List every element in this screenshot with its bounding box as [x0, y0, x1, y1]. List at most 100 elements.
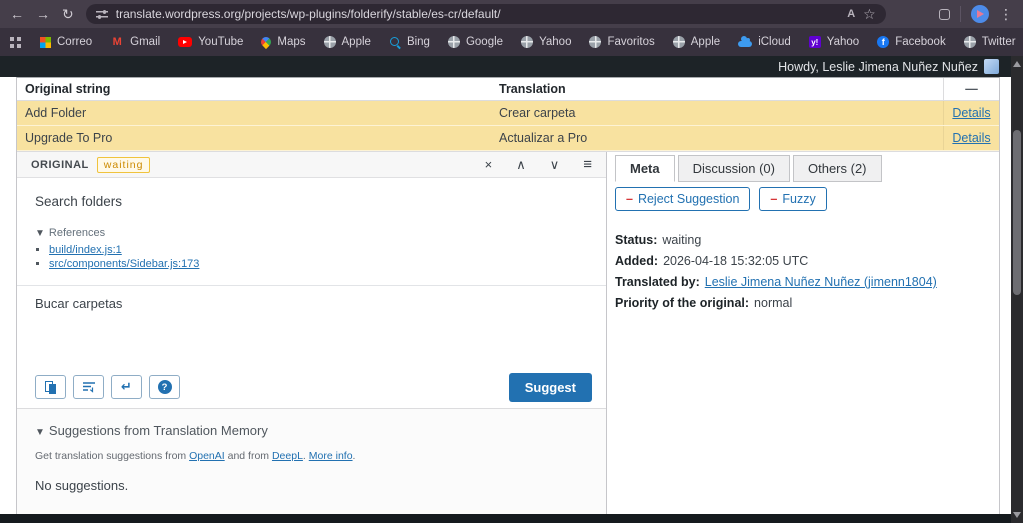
table-rows: Add Folder Crear carpeta Details Upgrade…: [17, 101, 999, 151]
column-header-translation: Translation: [491, 82, 943, 96]
meta-field-value: Leslie Jimena Nuñez Nuñez (jimenn1804): [705, 275, 937, 289]
bookmarks-bar: Correo Gmail YouTube Maps Apple: [0, 28, 1023, 56]
deepl-link[interactable]: DeepL: [272, 450, 303, 462]
browser-menu-icon[interactable]: ⋮: [999, 7, 1013, 21]
translate-icon[interactable]: A: [847, 8, 855, 20]
extensions-icon[interactable]: [939, 9, 950, 20]
details-link[interactable]: Details: [952, 131, 990, 145]
back-icon[interactable]: ←: [10, 7, 24, 21]
column-header-original: Original string: [17, 82, 491, 96]
help-icon: ?: [158, 380, 172, 394]
help-button[interactable]: ?: [149, 375, 180, 399]
meta-tab[interactable]: Others (2): [793, 155, 882, 182]
column-header-actions: —: [943, 78, 999, 100]
insert-newline-button[interactable]: ↵: [111, 375, 142, 399]
bookmark-label: Twitter: [982, 36, 1016, 48]
table-row[interactable]: Upgrade To Pro Actualizar a Pro Details: [17, 126, 999, 151]
original-label: ORIGINAL: [31, 159, 89, 171]
suggest-button[interactable]: Suggest: [509, 373, 592, 402]
bookmark-item[interactable]: Yahoo: [512, 31, 580, 53]
suggestions-toggle[interactable]: ▼Suggestions from Translation Memory: [35, 423, 588, 438]
youtube-icon: [178, 37, 192, 47]
bookmark-item[interactable]: Correo: [31, 31, 101, 53]
translation-cell[interactable]: Actualizar a Pro: [491, 131, 943, 145]
scrollbar-thumb[interactable]: [1013, 130, 1021, 295]
bookmark-item[interactable]: Bing: [380, 31, 439, 53]
original-string: Search folders: [35, 194, 588, 209]
meta-field: Priority of the original:normal: [615, 296, 991, 310]
chevron-down-icon[interactable]: ∨: [550, 158, 560, 171]
meta-field-value: 2026-04-18 15:32:05 UTC: [663, 254, 808, 268]
maps-icon: [259, 35, 273, 49]
meta-field: Status:waiting: [615, 233, 991, 247]
original-cell[interactable]: Upgrade To Pro: [17, 131, 491, 145]
page-scrollbar[interactable]: [1011, 56, 1023, 523]
meta-field: Translated by:Leslie Jimena Nuñez Nuñez …: [615, 275, 991, 289]
insert-tab-button[interactable]: [73, 375, 104, 399]
reference-link[interactable]: src/components/Sidebar.js:173: [49, 258, 199, 270]
caret-down-icon: ▼: [35, 228, 45, 239]
bookmark-label: Bing: [407, 36, 430, 48]
more-info-link[interactable]: More info: [309, 450, 353, 462]
scroll-up-icon[interactable]: [1013, 61, 1021, 67]
scroll-down-icon[interactable]: [1013, 512, 1021, 518]
minus-icon: –: [770, 192, 777, 206]
reference-link[interactable]: build/index.js:1: [49, 244, 122, 256]
meta-tab[interactable]: Discussion (0): [678, 155, 790, 182]
bookmark-star-icon[interactable]: ☆: [863, 6, 876, 23]
meta-tab[interactable]: Meta: [615, 155, 675, 182]
editor-actions: ↵ ? Suggest: [17, 374, 606, 408]
apps-grid-icon[interactable]: [10, 37, 21, 48]
bookmark-item[interactable]: Facebook: [868, 31, 955, 53]
bookmark-item[interactable]: Twitter: [955, 31, 1023, 53]
caret-down-icon: ▼: [35, 427, 45, 438]
globe-icon: [964, 36, 976, 48]
url-text[interactable]: translate.wordpress.org/projects/wp-plug…: [116, 7, 839, 21]
translation-cell[interactable]: Crear carpeta: [491, 106, 943, 120]
reload-icon[interactable]: ↻: [62, 7, 74, 21]
profile-avatar[interactable]: [971, 5, 989, 23]
table-row[interactable]: Add Folder Crear carpeta Details: [17, 101, 999, 126]
copy-icon: [45, 381, 56, 394]
bookmark-item[interactable]: Apple: [315, 31, 380, 53]
address-bar[interactable]: translate.wordpress.org/projects/wp-plug…: [86, 4, 886, 24]
meta-field-value: normal: [754, 296, 792, 310]
bookmark-label: Favoritos: [607, 36, 654, 48]
bookmark-item[interactable]: Favoritos: [580, 31, 663, 53]
page-content: Original string Translation — Add Folder…: [0, 77, 1011, 514]
editor-menu-icon[interactable]: ≡: [583, 157, 592, 172]
bookmark-item[interactable]: iCloud: [729, 31, 800, 53]
bookmark-item[interactable]: Maps: [252, 31, 314, 53]
details-link[interactable]: Details: [952, 106, 990, 120]
openai-link[interactable]: OpenAI: [189, 450, 225, 462]
site-info-icon[interactable]: [96, 8, 108, 20]
bookmark-item[interactable]: Gmail: [101, 31, 169, 53]
bookmark-item[interactable]: Google: [439, 31, 512, 53]
bookmark-item[interactable]: Apple: [664, 31, 729, 53]
fuzzy-button[interactable]: –Fuzzy: [759, 187, 826, 211]
newline-icon: ↵: [121, 379, 132, 395]
bookmarks-list: Correo Gmail YouTube Maps Apple: [31, 31, 1023, 53]
reject-suggestion-button[interactable]: –Reject Suggestion: [615, 187, 750, 211]
references-toggle[interactable]: ▼References: [35, 227, 105, 239]
globe-icon: [448, 36, 460, 48]
howdy-link[interactable]: Howdy, Leslie Jimena Nuñez Nuñez: [778, 60, 978, 74]
translation-textarea[interactable]: Bucar carpetas: [17, 286, 606, 374]
lines-arrow-icon: [82, 381, 96, 393]
reference-item: src/components/Sidebar.js:173: [49, 258, 588, 270]
facebook-icon: [877, 36, 889, 48]
bookmark-label: Apple: [691, 36, 720, 48]
icloud-icon: [738, 36, 752, 48]
user-avatar[interactable]: [984, 59, 999, 74]
forward-icon[interactable]: →: [36, 7, 50, 21]
bookmark-item[interactable]: YouTube: [169, 31, 252, 53]
bookmark-label: Correo: [57, 36, 92, 48]
chevron-up-icon[interactable]: ∧: [516, 158, 526, 171]
bookmark-item[interactable]: Yahoo: [800, 31, 868, 53]
original-cell[interactable]: Add Folder: [17, 106, 491, 120]
suggestions-section: ▼Suggestions from Translation Memory Get…: [17, 408, 606, 514]
close-icon[interactable]: ×: [485, 158, 493, 171]
toolbar-divider: [960, 6, 961, 22]
bookmark-label: Maps: [277, 36, 305, 48]
copy-original-button[interactable]: [35, 375, 66, 399]
